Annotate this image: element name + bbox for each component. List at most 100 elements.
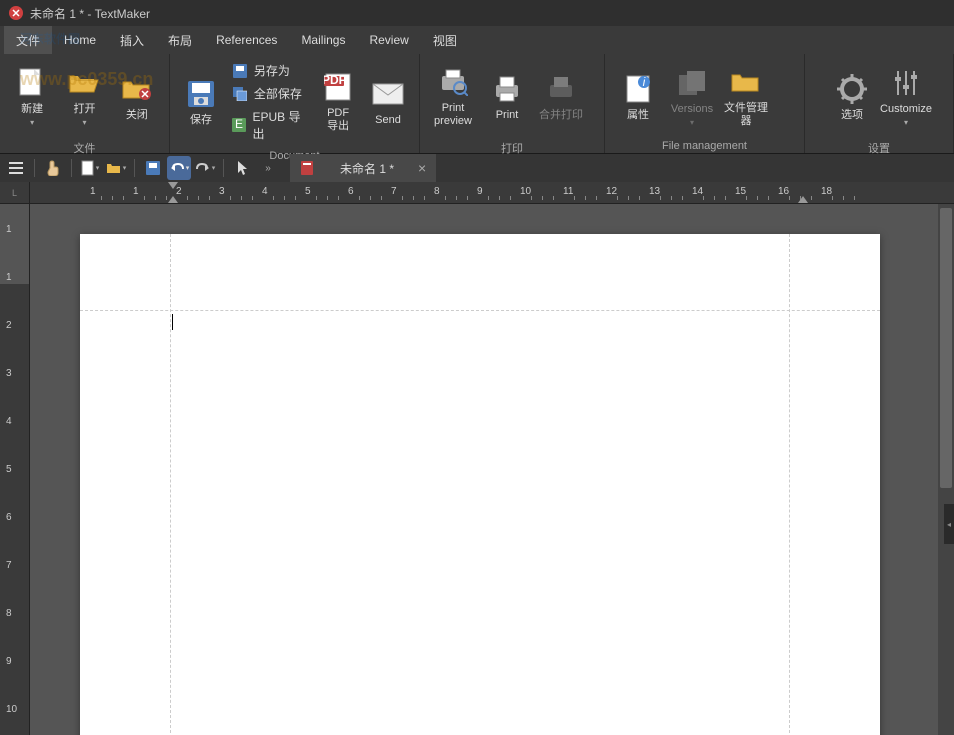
properties-icon: i xyxy=(625,74,651,104)
versions-icon xyxy=(677,69,707,97)
tab-layout[interactable]: 布局 xyxy=(156,26,204,54)
ruler-tick: 5 xyxy=(305,186,311,197)
tab-references[interactable]: References xyxy=(204,26,289,54)
dropdown-arrow-icon: ▾ xyxy=(82,118,86,127)
print-preview-icon xyxy=(438,68,468,96)
indent-marker-top[interactable] xyxy=(168,182,178,189)
customize-button[interactable]: Customize ▾ xyxy=(879,58,933,136)
new-button[interactable]: 新建 ▾ xyxy=(6,58,58,136)
save-icon xyxy=(186,79,216,109)
sliders-icon xyxy=(892,69,920,97)
save-all-icon xyxy=(233,87,247,101)
open-button[interactable]: 打开 ▾ xyxy=(58,58,110,136)
sidebar-toggle[interactable]: ◂ xyxy=(944,504,954,544)
quick-access-toolbar: ▾ ▾ ▾ ▾ » 未命名 1 * × xyxy=(0,154,954,182)
new-file-icon xyxy=(18,67,46,99)
vertical-ruler[interactable]: 1 1 2 3 4 5 6 7 8 9 10 xyxy=(0,204,30,735)
group-label-file: 文件 xyxy=(0,140,169,154)
ruler-tick: 8 xyxy=(434,186,440,197)
indent-marker-right[interactable] xyxy=(798,196,808,203)
svg-text:i: i xyxy=(643,75,646,89)
pointer-icon xyxy=(236,160,248,176)
ruler-tick: 6 xyxy=(348,186,354,197)
doc-icon xyxy=(300,160,316,176)
send-button[interactable]: Send xyxy=(363,63,413,141)
save-button[interactable]: 保存 xyxy=(176,63,226,141)
ruler-tick: 3 xyxy=(6,368,12,379)
tab-home[interactable]: Home xyxy=(52,26,108,54)
ruler-tick: 1 xyxy=(133,186,139,197)
touch-mode-button[interactable] xyxy=(41,156,65,180)
options-button[interactable]: 选项 xyxy=(825,58,879,136)
dropdown-arrow-icon: ▾ xyxy=(904,118,908,127)
ruler-tick: 10 xyxy=(6,704,17,715)
ruler-tick: 4 xyxy=(6,416,12,427)
menu-button[interactable] xyxy=(4,156,28,180)
save-all-button[interactable]: 全部保存 xyxy=(228,83,311,104)
ruler-tick: 2 xyxy=(6,320,12,331)
print-button[interactable]: Print xyxy=(480,58,534,136)
merge-print-button[interactable]: 合并打印 xyxy=(534,58,588,136)
horizontal-ruler[interactable]: 11234567891011121314151618 xyxy=(30,182,954,204)
ruler-tick: 9 xyxy=(6,656,12,667)
document-canvas[interactable] xyxy=(30,204,954,735)
ruler-tick: 6 xyxy=(6,512,12,523)
qat-open-button[interactable]: ▾ xyxy=(104,156,128,180)
tab-insert[interactable]: 插入 xyxy=(108,26,156,54)
ruler-tick: 18 xyxy=(821,186,832,197)
gear-icon xyxy=(837,74,867,104)
ruler-tick: 9 xyxy=(477,186,483,197)
svg-text:E: E xyxy=(235,118,243,131)
qat-more-button[interactable]: » xyxy=(256,156,280,180)
ruler-tick: 7 xyxy=(6,560,12,571)
text-cursor xyxy=(172,314,173,330)
printer-icon xyxy=(492,75,522,103)
qat-new-button[interactable]: ▾ xyxy=(78,156,102,180)
epub-export-button[interactable]: E EPUB 导出 xyxy=(228,106,311,144)
tab-file[interactable]: 文件 xyxy=(4,26,52,54)
tab-view[interactable]: 视图 xyxy=(421,26,469,54)
ruler-tick: 1 xyxy=(6,224,12,235)
hand-icon xyxy=(46,160,60,176)
ruler-tick: 15 xyxy=(735,186,746,197)
ruler-tick: 16 xyxy=(778,186,789,197)
vertical-scrollbar[interactable] xyxy=(938,204,954,735)
scrollbar-thumb[interactable] xyxy=(940,208,952,488)
document-tab[interactable]: 未命名 1 * × xyxy=(290,154,436,182)
page[interactable] xyxy=(80,234,880,735)
print-preview-button[interactable]: Print preview xyxy=(426,58,480,136)
tab-review[interactable]: Review xyxy=(357,26,420,54)
file-manager-button[interactable]: 文件管理器 xyxy=(719,58,773,136)
save-as-button[interactable]: 另存为 xyxy=(228,60,311,81)
indent-marker-bottom[interactable] xyxy=(168,196,178,203)
qat-redo-button[interactable]: ▾ xyxy=(193,156,217,180)
ruler-tick: 1 xyxy=(6,272,12,283)
ruler-tick: 8 xyxy=(6,608,12,619)
save-icon xyxy=(146,161,160,175)
envelope-icon xyxy=(372,83,404,105)
svg-text:PDF: PDF xyxy=(324,73,346,87)
ribbon: 新建 ▾ 打开 ▾ 关闭 文件 保存 另存为 xyxy=(0,54,954,154)
ruler-corner[interactable]: L xyxy=(0,182,30,204)
tab-mailings[interactable]: Mailings xyxy=(289,26,357,54)
properties-button[interactable]: i 属性 xyxy=(611,58,665,136)
menubar: 文件 Home 插入 布局 References Mailings Review… xyxy=(0,26,954,54)
qat-save-button[interactable] xyxy=(141,156,165,180)
qat-undo-button[interactable]: ▾ xyxy=(167,156,191,180)
ruler-tick: 11 xyxy=(563,186,573,197)
hamburger-icon xyxy=(9,162,23,174)
merge-print-icon xyxy=(546,75,576,103)
ruler-tick: 1 xyxy=(90,186,96,197)
titlebar: 未命名 1 * - TextMaker xyxy=(0,0,954,26)
pdf-export-button[interactable]: PDF PDF 导出 xyxy=(313,63,363,141)
file-manager-icon xyxy=(730,69,762,95)
ruler-tick: 5 xyxy=(6,464,12,475)
redo-icon xyxy=(195,161,211,175)
document-tab-label: 未命名 1 * xyxy=(340,160,394,177)
folder-close-icon xyxy=(121,76,153,102)
qat-pointer-button[interactable] xyxy=(230,156,254,180)
close-button[interactable]: 关闭 xyxy=(111,58,163,136)
close-tab-button[interactable]: × xyxy=(418,160,426,176)
group-label-filemgmt: File management xyxy=(605,140,804,154)
versions-button[interactable]: Versions ▾ xyxy=(665,58,719,136)
